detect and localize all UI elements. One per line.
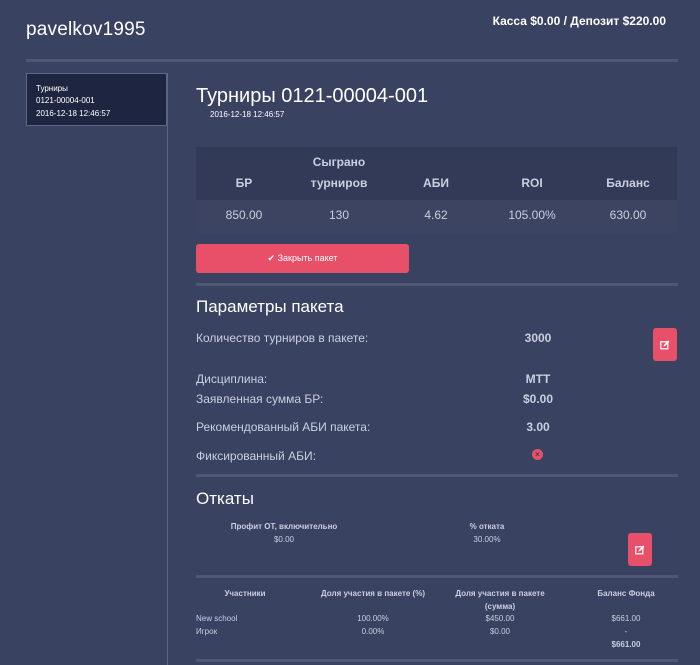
participants-header-pct: Доля участия в пакете (%) [321,589,425,598]
param-abi-value: 3.00 [526,420,550,434]
close-package-button[interactable]: ✔ Закрыть пакет [196,244,409,273]
participant-pct: 0.00% [361,627,385,636]
param-abi-label: Рекомендованный АБИ пакета: [196,420,371,434]
rollbacks-value-profit: $0.00 [273,535,295,544]
participant-sum: $0.00 [489,627,511,636]
param-br-value: $0.00 [522,392,554,406]
table-row: Игрок 0.00% $0.00 - [0,626,700,639]
stats-value-abi: 4.62 [424,208,448,222]
param-discipline-label: Дисциплина: [196,372,268,386]
stats-table: БР Сыграно турниров АБИ ROI Баланс 850.0… [196,147,677,233]
header-divider [26,59,678,62]
participant-sum: $450.00 [485,614,515,623]
section-divider [196,575,678,578]
participant-fund: - [624,627,628,636]
participants-fund-total: $661.00 [611,640,641,649]
sidebar-item-label: Турниры [36,84,68,93]
sidebar-item-package[interactable]: Турниры 0121-00004-001 2016-12-18 12:46:… [26,73,167,126]
stats-header-balance: Баланс [606,176,650,190]
participant-name: New school [196,614,238,623]
stats-header-roi: ROI [521,176,543,190]
params-title: Параметры пакета [196,297,344,316]
stats-value-played: 130 [328,208,350,222]
rollbacks-header-profit: Профит ОТ, включительно [230,522,338,531]
stats-header-br: БР [235,176,253,190]
edit-params-button[interactable] [653,328,677,361]
rollbacks-header-percent: % отката [469,522,505,531]
account-balance: Касса $0.00 / Депозит $220.00 [492,14,666,28]
sidebar-item-id: 0121-00004-001 [36,96,95,106]
edit-icon [635,545,645,554]
participants-header-name: Участники [224,589,266,598]
stats-value-balance: 630.00 [609,208,647,222]
section-divider [196,474,678,477]
sidebar-divider [167,73,168,665]
param-br-label: Заявленная сумма БР: [196,392,324,406]
participants-header-sum: Доля участия в пакете (сумма) [455,589,545,611]
stats-value-br: 850.00 [225,208,263,222]
username: pavelkov1995 [26,19,146,40]
edit-icon [660,340,670,349]
table-row: New school 100.00% $450.00 $661.00 [0,613,700,626]
participant-name: Игрок [196,627,218,636]
stats-value-roi: 105.00% [508,208,556,222]
check-icon: ✔ [267,253,276,263]
section-divider [196,283,678,286]
section-divider [196,659,678,662]
param-fixed-label: Фиксированный АБИ: [196,449,316,463]
param-count-label: Количество турниров в пакете: [196,331,369,345]
fixed-abi-disabled-icon: × [532,449,543,460]
page-title: Турниры 0121-00004-001 [196,85,429,107]
participant-fund: $661.00 [611,614,641,623]
param-discipline-value: MTT [525,372,551,386]
param-count-value: 3000 [524,331,552,345]
rollbacks-title: Откаты [196,489,254,508]
sidebar-item-date: 2016-12-18 12:46:57 [36,108,111,118]
close-package-label: Закрыть пакет [277,253,338,263]
rollbacks-value-percent: 30.00% [473,535,501,544]
stats-header-abi: АБИ [423,176,449,190]
page-date: 2016-12-18 12:46:57 [210,110,285,119]
stats-header-played: Сыграно турниров [310,155,368,190]
participant-pct: 100.00% [357,614,389,623]
participants-header-fund: Баланс Фонда [597,589,655,598]
edit-rollbacks-button[interactable] [628,533,652,566]
